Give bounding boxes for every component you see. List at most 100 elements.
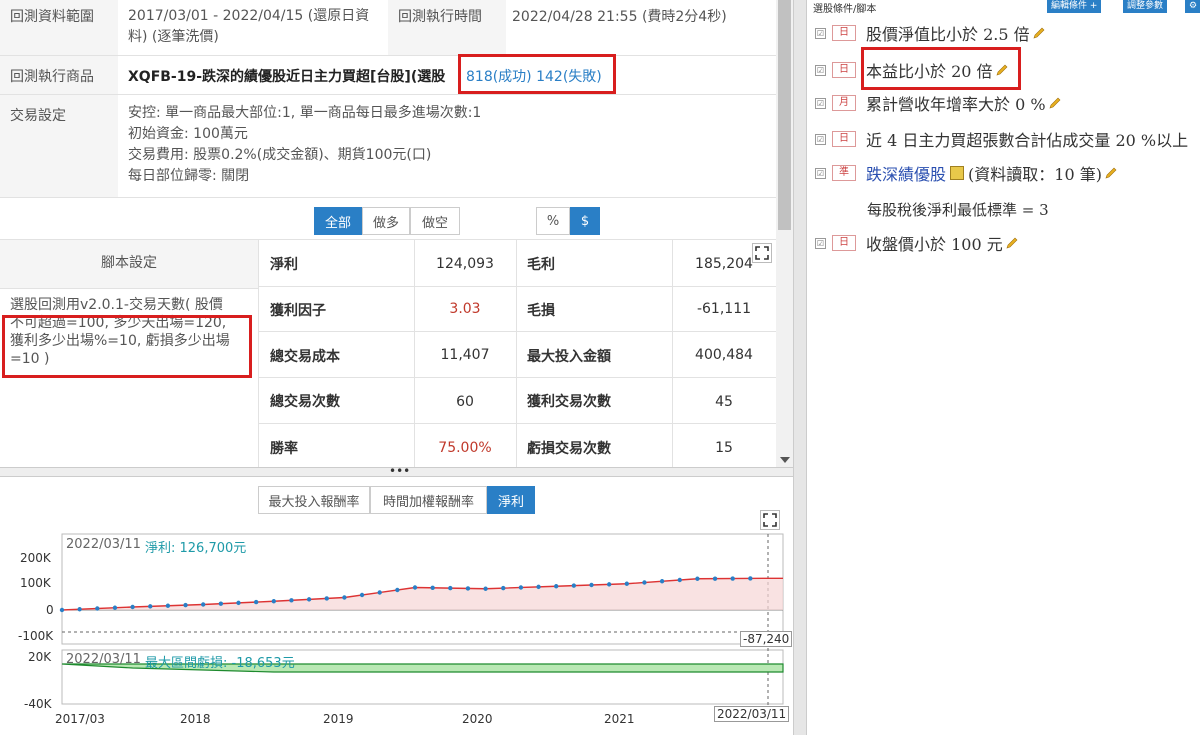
trade-point	[359, 592, 365, 598]
condition-header: 選股條件/腳本 編輯條件 + 調整參數 ⚙	[807, 0, 1200, 15]
daily-badge: 日	[832, 25, 856, 41]
stat-profit-factor-value: 3.03	[449, 301, 481, 317]
stat-net-profit-value: 124,093	[436, 256, 494, 272]
trade-point	[342, 595, 347, 600]
filter-short-button[interactable]: 做空	[410, 207, 460, 235]
stat-gross-loss-value: -61,111	[696, 301, 752, 317]
stat-gross-profit-label: 毛利	[527, 257, 555, 273]
condition-4[interactable]: ☑ 日 近 4 日主力買超張數合計佔成交量 20 %以上	[815, 127, 1188, 151]
backtest-report-pane: 回測資料範圍 2017/03/01 - 2022/04/15 (還原日資 料) …	[0, 0, 793, 735]
trade-point	[730, 576, 735, 581]
condition-5[interactable]: ☑ 準 跌深績優股 (資料讀取：10 筆)	[815, 161, 1118, 185]
trade-point	[536, 584, 541, 590]
trade-point	[236, 600, 241, 606]
pencil-icon[interactable]	[1032, 26, 1046, 40]
marker-value-label: -87,240	[740, 631, 793, 647]
stat-loss-trades-value: 15	[715, 440, 733, 456]
product-label: 回測執行商品	[0, 56, 118, 94]
adjust-param-button[interactable]: 調整參數	[1123, 0, 1168, 13]
settings-icon[interactable]: ⚙	[1185, 0, 1200, 13]
expand-chart-icon[interactable]	[760, 510, 780, 530]
trade-point	[289, 598, 294, 603]
condition-pane: 選股條件/腳本 編輯條件 + 調整參數 ⚙ ☑ 日 股價淨值比小於 2.5 倍 …	[806, 0, 1200, 735]
lower-series-label: 最大區間虧損: -18,653元	[145, 656, 295, 671]
trade-point	[218, 601, 224, 606]
condition-3[interactable]: ☑ 月 累計營收年增率大於 0 %	[815, 91, 1062, 115]
lower-date-label: 2022/03/11	[66, 652, 141, 667]
x-tick-2019: 2019	[323, 712, 354, 726]
image-icon[interactable]	[950, 166, 965, 180]
trade-point	[659, 579, 665, 584]
checkbox-icon[interactable]: ☑	[815, 97, 826, 109]
trade-point	[606, 582, 612, 587]
stat-net-profit-label: 淨利	[270, 257, 298, 273]
net-profit-chart	[59, 533, 784, 710]
y-tick-20k: 20K	[28, 650, 52, 664]
checkbox-icon[interactable]: ☑	[815, 64, 826, 76]
expand-stats-icon[interactable]	[752, 243, 772, 263]
trade-point	[448, 585, 453, 591]
stat-max-invest-label: 最大投入金額	[527, 349, 611, 365]
time-value: 2022/04/28 21:55 (費時2分4秒)	[512, 9, 727, 25]
tab-net-profit[interactable]: 淨利	[487, 486, 535, 514]
trade-point	[271, 599, 276, 604]
trade-point	[77, 607, 82, 612]
scroll-down-icon[interactable]	[780, 457, 790, 463]
trade-point	[518, 585, 524, 590]
x-tick-2017: 2017/03	[55, 712, 105, 726]
trade-point	[306, 597, 312, 602]
tab-max-invest-return[interactable]: 最大投入報酬率	[258, 486, 370, 514]
x-tick-2018: 2018	[180, 712, 211, 726]
stat-loss-trades-label: 虧損交易次數	[527, 441, 611, 457]
range-value: 2017/03/01 - 2022/04/15 (還原日資 料) (逐筆洗價)	[128, 8, 370, 45]
trade-point	[112, 605, 118, 610]
trade-point	[501, 585, 506, 591]
trade-point	[571, 583, 577, 588]
unit-dollar-button[interactable]: $	[570, 207, 600, 235]
scrollbar-thumb[interactable]	[778, 0, 791, 230]
stat-total-trades-label: 總交易次數	[270, 394, 340, 410]
condition-5-text: (資料讀取：10 筆)	[968, 165, 1102, 184]
stats-scrollbar[interactable]	[776, 0, 793, 467]
stat-max-invest-value: 400,484	[695, 347, 753, 363]
daily-badge: 日	[832, 131, 856, 147]
trade-point	[253, 599, 259, 605]
trade-point	[624, 581, 629, 586]
splitter-grip-icon[interactable]: •••	[389, 464, 410, 478]
pencil-icon[interactable]	[1104, 166, 1118, 180]
condition-6[interactable]: ☑ 日 收盤價小於 100 元	[815, 231, 1019, 255]
pencil-icon[interactable]	[1048, 96, 1062, 110]
filter-all-button[interactable]: 全部	[314, 207, 362, 235]
trade-point	[677, 577, 682, 583]
script-header: 腳本設定	[0, 239, 258, 289]
tab-time-weighted-return[interactable]: 時間加權報酬率	[370, 486, 487, 514]
x-tick-2020: 2020	[462, 712, 493, 726]
highlight-condition-box	[861, 47, 1021, 90]
pane-divider[interactable]	[793, 0, 807, 735]
trade-point	[95, 606, 100, 611]
trade-point	[589, 582, 594, 588]
range-label: 回測資料範圍	[0, 0, 118, 55]
pencil-icon[interactable]	[1005, 236, 1019, 250]
trade-point	[412, 585, 418, 590]
monthly-badge: 月	[832, 95, 856, 111]
trade-point	[377, 590, 382, 595]
condition-3-text: 累計營收年增率大於 0 %	[866, 95, 1046, 114]
trade-point	[324, 596, 329, 601]
trade-point	[165, 603, 171, 608]
checkbox-icon[interactable]: ☑	[815, 133, 826, 145]
checkbox-icon[interactable]: ☑	[815, 27, 826, 39]
unit-percent-button[interactable]: %	[536, 207, 570, 235]
filter-long-button[interactable]: 做多	[362, 207, 410, 235]
upper-date-label: 2022/03/11	[66, 537, 141, 552]
condition-1-text: 股價淨值比小於 2.5 倍	[866, 25, 1030, 44]
checkbox-icon[interactable]: ☑	[815, 167, 826, 179]
trade-point	[554, 584, 559, 589]
edit-condition-button[interactable]: 編輯條件 +	[1047, 0, 1102, 13]
panel-splitter[interactable]: •••	[0, 464, 793, 478]
checkbox-icon[interactable]: ☑	[815, 237, 826, 249]
condition-5-link[interactable]: 跌深績優股	[866, 161, 946, 185]
condition-1[interactable]: ☑ 日 股價淨值比小於 2.5 倍	[815, 21, 1046, 45]
trade-point	[712, 576, 718, 581]
stat-total-cost-value: 11,407	[440, 347, 490, 363]
